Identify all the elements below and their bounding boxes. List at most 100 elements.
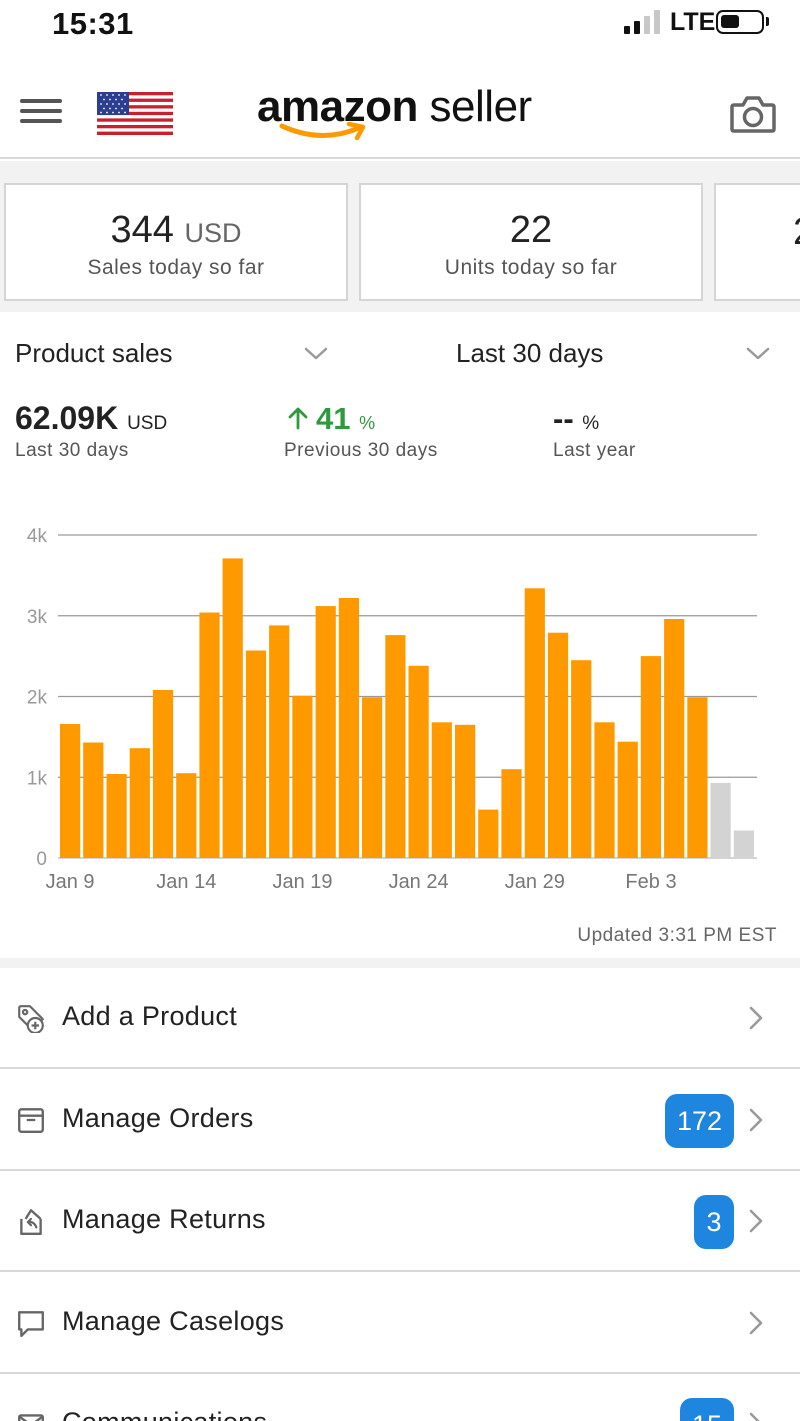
- partial-metric-card[interactable]: 2: [714, 183, 800, 301]
- menu-item-manage-returns[interactable]: Manage Returns 3: [0, 1171, 800, 1272]
- chart-bar[interactable]: [385, 635, 406, 858]
- tag-add-icon: [18, 1005, 44, 1033]
- network-type: LTE: [670, 8, 716, 36]
- sales-change-unit: %: [359, 413, 376, 433]
- chart-bar[interactable]: [222, 558, 243, 858]
- sales-total-value: 62.09K: [15, 400, 119, 436]
- us-flag-icon[interactable]: [97, 92, 173, 135]
- chart-bar[interactable]: [152, 690, 174, 858]
- chart-bar[interactable]: [106, 774, 127, 858]
- chart-bar[interactable]: [501, 769, 522, 858]
- archive-box-icon: [18, 1107, 44, 1133]
- x-tick-label: Jan 14: [156, 871, 216, 893]
- chevron-right-icon: [749, 1006, 763, 1030]
- section-divider: [0, 958, 800, 968]
- sales-total-label: Last 30 days: [15, 440, 129, 461]
- count-badge: 3: [694, 1195, 734, 1249]
- chart-bar[interactable]: [176, 773, 197, 858]
- battery-icon: [716, 10, 764, 34]
- metric-selector[interactable]: Product sales: [15, 338, 173, 369]
- x-tick-label: Jan 9: [46, 871, 95, 893]
- units-today-card[interactable]: 22 Units today so far: [359, 183, 703, 301]
- chart-bar[interactable]: [245, 650, 267, 859]
- chart-bar[interactable]: [455, 724, 476, 858]
- y-tick-label: 0: [36, 849, 47, 870]
- chart-bar[interactable]: [315, 606, 336, 858]
- status-time: 15:31: [52, 6, 134, 41]
- mail-icon: [18, 1414, 44, 1421]
- menu-item-label: Manage Returns: [62, 1204, 266, 1234]
- chart-bar[interactable]: [687, 697, 708, 858]
- return-icon: [20, 1209, 42, 1236]
- chart-bar[interactable]: [547, 632, 569, 858]
- y-tick-label: 2k: [27, 688, 48, 709]
- chart-bar[interactable]: [640, 656, 661, 858]
- chart-bar[interactable]: [408, 665, 429, 858]
- sales-change-value: 41: [316, 401, 351, 436]
- units-today-label: Units today so far: [444, 256, 618, 279]
- sales-change-label: Previous 30 days: [284, 440, 438, 461]
- sales-change: 41 %: [316, 401, 375, 437]
- last-year-unit: %: [582, 413, 600, 434]
- y-tick-label: 3k: [27, 607, 48, 628]
- x-tick-label: Jan 24: [389, 871, 449, 893]
- chart-bar[interactable]: [431, 722, 452, 858]
- chart-bar[interactable]: [83, 742, 104, 859]
- chart-bar[interactable]: [362, 697, 383, 858]
- chart-bar[interactable]: [571, 660, 592, 858]
- menu-item-add-a-product[interactable]: Add a Product: [0, 968, 800, 1069]
- chevron-right-icon: [749, 1209, 763, 1233]
- amazon-smile-icon: [279, 122, 366, 141]
- x-tick-label: Jan 19: [272, 871, 332, 893]
- menu-item-manage-caselogs[interactable]: Manage Caselogs: [0, 1272, 800, 1374]
- chart-bar[interactable]: [733, 830, 754, 859]
- x-tick-label: Jan 29: [505, 871, 565, 893]
- chart-bar[interactable]: [478, 809, 499, 858]
- metric-chevron-down-icon[interactable]: [304, 347, 328, 361]
- status-bar: 15:31 LTE: [0, 0, 800, 52]
- chat-bubble-icon: [18, 1310, 44, 1337]
- last-year-label: Last year: [553, 440, 636, 461]
- sales-today-card[interactable]: 344 USD Sales today so far: [4, 183, 348, 301]
- count-badge: 172: [664, 1093, 734, 1148]
- sales-bar-chart: 0 1k 2k 3k 4k Jan 9 Jan 14 Jan 19 Jan 24 Jan 29 Fe…: [27, 526, 757, 893]
- menu-item-manage-orders[interactable]: Manage Orders 172: [0, 1069, 800, 1171]
- sales-today-label: Sales today so far: [87, 256, 265, 279]
- menu-item-label: Manage Caselogs: [62, 1305, 285, 1336]
- chevron-right-icon: [749, 1311, 763, 1334]
- chart-bar[interactable]: [60, 724, 81, 858]
- chart-bar[interactable]: [269, 625, 290, 858]
- menu-item-label: Add a Product: [62, 1001, 238, 1031]
- chevron-right-icon: [749, 1108, 763, 1131]
- metric-cards: 344 USD Sales today so far 22 Units toda…: [0, 161, 800, 312]
- chart-bar[interactable]: [199, 612, 220, 859]
- chart-bar[interactable]: [594, 722, 615, 858]
- chart-bar[interactable]: [292, 695, 313, 858]
- chart-updated-time: Updated 3:31 PM EST: [577, 925, 777, 946]
- arrow-up-icon: [288, 407, 308, 430]
- menu-item-label: Manage Orders: [62, 1102, 254, 1133]
- camera-icon[interactable]: [730, 94, 776, 134]
- chart-bar[interactable]: [524, 588, 545, 858]
- sales-total-unit: USD: [127, 413, 168, 434]
- partial-card-value: 2: [793, 211, 800, 254]
- range-selector[interactable]: Last 30 days: [456, 338, 603, 369]
- x-tick-label: Feb 3: [625, 871, 676, 893]
- chart-bar[interactable]: [129, 748, 150, 858]
- chart-bar[interactable]: [617, 741, 638, 858]
- chevron-right-icon: [749, 1412, 760, 1421]
- chart-bar[interactable]: [338, 598, 359, 858]
- sales-today-value: 344: [110, 209, 174, 251]
- amazon-seller-logo: amazon seller: [257, 82, 537, 146]
- range-chevron-down-icon[interactable]: [746, 347, 770, 361]
- chart-bar[interactable]: [710, 782, 731, 858]
- menu-icon[interactable]: [20, 96, 62, 126]
- battery-tip: [766, 17, 769, 26]
- last-year-value: --: [553, 401, 574, 436]
- chart-bar[interactable]: [664, 619, 685, 858]
- app-header: amazon seller: [0, 52, 800, 159]
- menu-item-label: Communications: [62, 1407, 267, 1421]
- sales-total: 62.09K USD: [15, 400, 167, 437]
- menu-item-communications[interactable]: Communications 15: [0, 1374, 800, 1421]
- last-year-change: -- %: [553, 401, 599, 437]
